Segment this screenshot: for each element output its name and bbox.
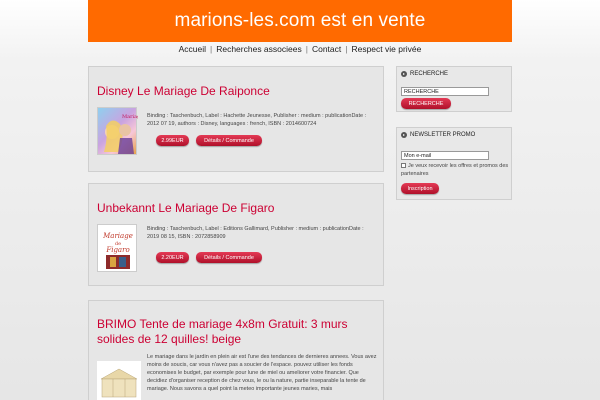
newsletter-heading: NEWSLETTER PROMO: [410, 132, 476, 138]
search-input[interactable]: [401, 87, 489, 96]
product-image[interactable]: Mariage: [97, 107, 143, 155]
product-card: Disney Le Mariage De Raiponce Mariage Bi…: [88, 66, 384, 172]
newsletter-box: NEWSLETTER PROMO Je veux recevoir les of…: [396, 127, 512, 200]
price-button[interactable]: 2.99EUR: [156, 135, 189, 146]
product-card: Unbekannt Le Mariage De Figaro Mariage d…: [88, 183, 384, 286]
product-description: Binding : Taschenbuch, Label : Editions …: [147, 226, 364, 240]
consent-text: Je veux recevoir les offres et promos de…: [401, 163, 509, 177]
email-field[interactable]: [401, 151, 489, 160]
bullet-arrow-icon: [401, 71, 407, 77]
product-title[interactable]: BRIMO Tente de mariage 4x8m Gratuit: 3 m…: [97, 317, 379, 347]
nav-item-contact[interactable]: Contact: [308, 44, 345, 54]
nav-item-privacy[interactable]: Respect vie privée: [347, 44, 425, 54]
details-button[interactable]: Détails / Commande: [196, 252, 262, 263]
details-button[interactable]: Détails / Commande: [196, 135, 262, 146]
newsletter-heading-row: NEWSLETTER PROMO: [401, 132, 475, 138]
product-title[interactable]: Unbekannt Le Mariage De Figaro: [97, 201, 274, 216]
search-box: RECHERCHE RECHERCHE: [396, 66, 512, 112]
search-heading-row: RECHERCHE: [401, 71, 448, 77]
svg-text:Figaro: Figaro: [105, 246, 129, 254]
product-description: Le mariage dans le jardin en plein air e…: [147, 354, 377, 392]
site-title: marions-les.com est en vente: [174, 10, 426, 31]
consent-checkbox[interactable]: [401, 163, 406, 169]
price-button[interactable]: 2.20EUR: [156, 252, 189, 263]
consent-row: Je veux recevoir les offres et promos de…: [401, 162, 509, 178]
top-nav: Accueil | Recherches associees | Contact…: [0, 42, 600, 56]
svg-text:Mariage: Mariage: [102, 232, 133, 240]
product-card: BRIMO Tente de mariage 4x8m Gratuit: 3 m…: [88, 300, 384, 400]
search-button[interactable]: RECHERCHE: [401, 98, 451, 109]
subscribe-button[interactable]: Inscription: [401, 183, 439, 194]
product-description: Binding : Taschenbuch, Label : Hachette …: [147, 113, 367, 127]
bullet-arrow-icon: [401, 132, 407, 138]
product-image[interactable]: Mariage de Figaro: [97, 224, 137, 272]
svg-text:Mariage: Mariage: [122, 114, 138, 120]
nav-item-recherches[interactable]: Recherches associees: [212, 44, 306, 54]
product-image[interactable]: [97, 361, 141, 400]
site-header: marions-les.com est en vente: [88, 0, 512, 42]
search-heading: RECHERCHE: [410, 71, 449, 77]
product-title[interactable]: Disney Le Mariage De Raiponce: [97, 84, 270, 99]
nav-item-accueil[interactable]: Accueil: [175, 44, 210, 54]
